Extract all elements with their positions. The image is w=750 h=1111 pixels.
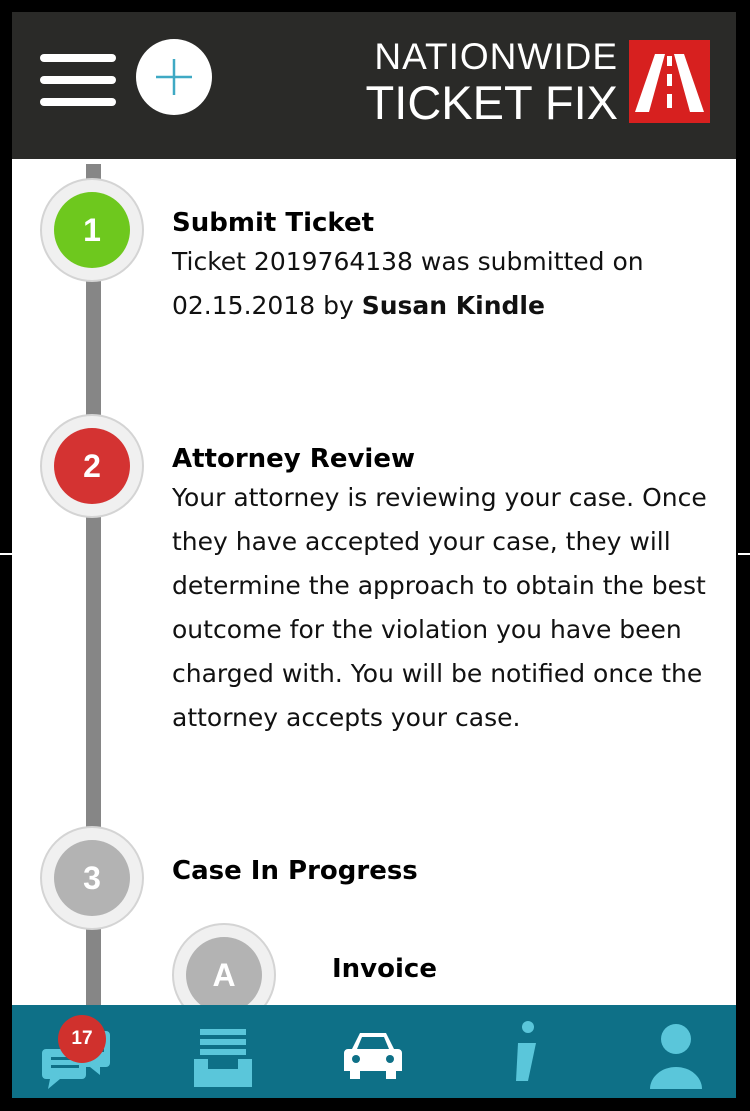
brand-line-2: TICKET FIX [365,76,618,129]
step-2-body: Your attorney is reviewing your case. On… [172,483,707,732]
nav-documents[interactable] [190,1005,260,1098]
step-3-marker: 3 [40,826,144,930]
step-3-number: 3 [54,840,130,916]
substep-a-title: Invoice [332,954,437,984]
nav-info[interactable] [496,1005,556,1098]
submitter-name: Susan Kindle [361,291,545,320]
messages-badge: 17 [58,1015,106,1063]
step-1-title: Submit Ticket [172,208,375,238]
step-1-marker: 1 [40,178,144,282]
road-icon [629,40,710,123]
nav-messages[interactable]: 17 [32,1005,132,1098]
step-1-body: Ticket 2019764138 was submitted on 02.15… [172,240,732,328]
bottom-nav: 17 [12,1005,736,1098]
substep-a-letter: A [186,937,262,1013]
info-icon [516,1021,536,1081]
brand-logo-text: NATIONWIDE TICKET FIX [366,38,618,126]
brand-line-1: NATIONWIDE [374,36,618,77]
step-1-number: 1 [54,192,130,268]
user-icon [650,1024,702,1089]
car-icon [344,1033,402,1079]
app-header: NATIONWIDE TICKET FIX [12,12,736,159]
nav-profile[interactable] [644,1005,708,1098]
plus-icon [156,59,192,95]
add-ticket-button[interactable] [136,39,212,115]
step-2-number: 2 [54,428,130,504]
edge-tick-left [0,553,12,555]
inbox-icon [194,1029,252,1087]
edge-tick-right [738,553,750,555]
hamburger-icon[interactable] [40,54,116,106]
app-screen: NATIONWIDE TICKET FIX 1 Submit Ticket Ti… [12,12,736,1098]
step-2-marker: 2 [40,414,144,518]
step-2-title: Attorney Review [172,444,415,474]
step-3-title: Case In Progress [172,856,418,886]
nav-vehicle[interactable] [338,1005,408,1098]
